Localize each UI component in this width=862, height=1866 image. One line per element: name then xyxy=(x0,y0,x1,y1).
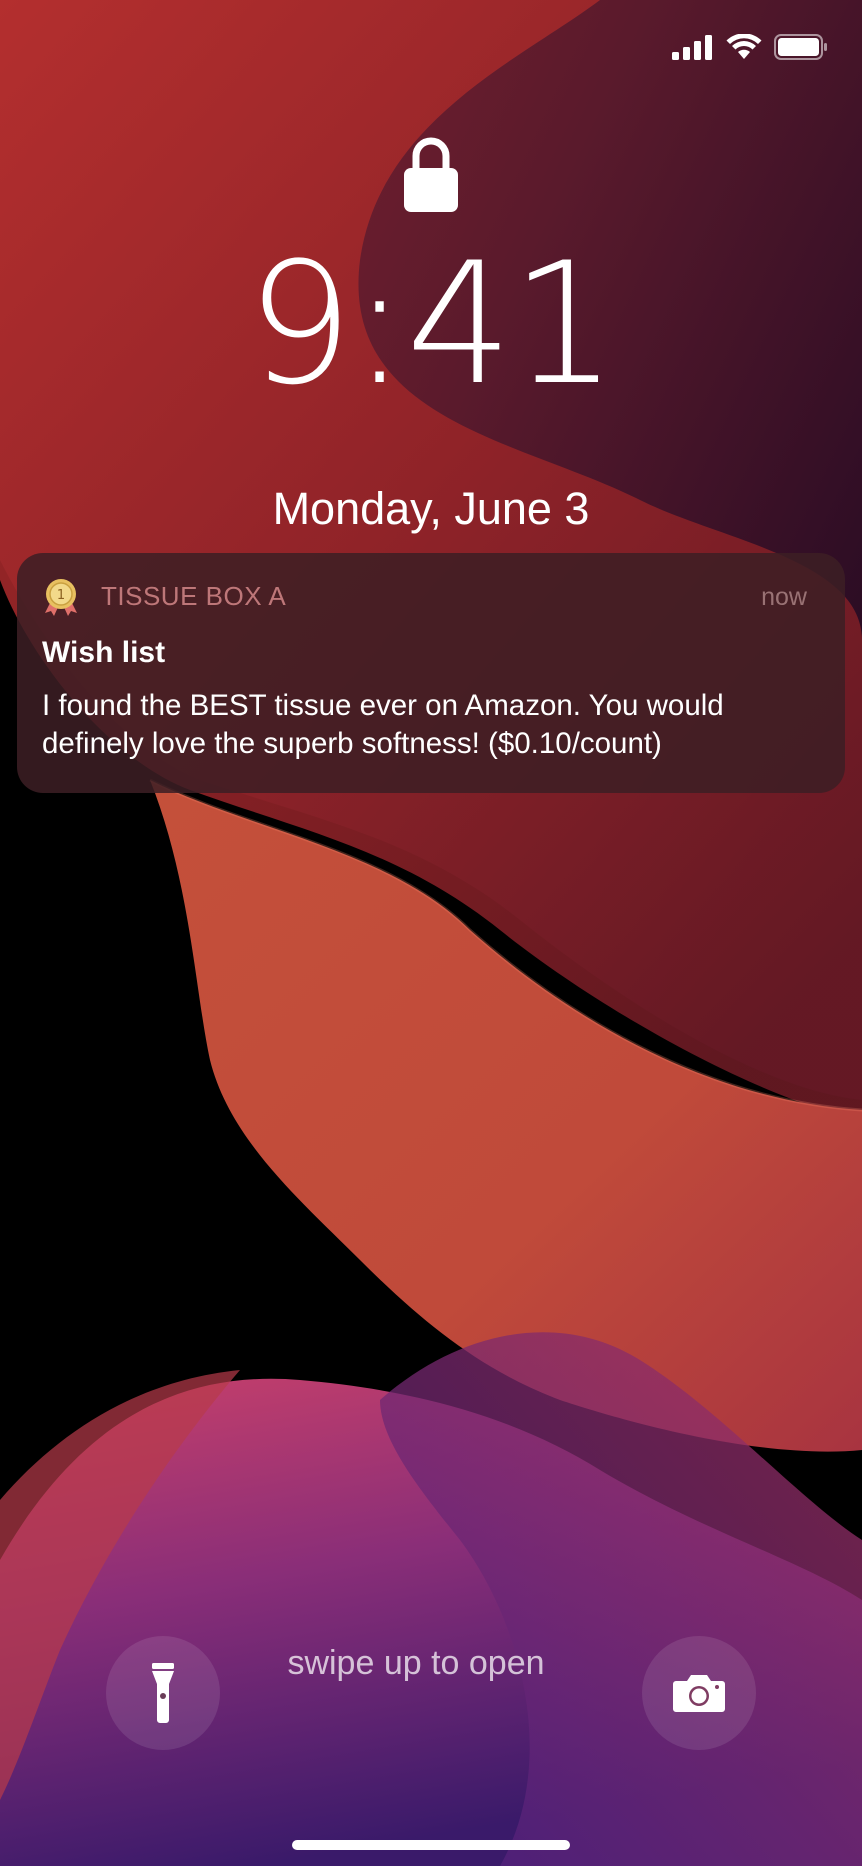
notification-title: Wish list xyxy=(42,636,166,669)
lock-screen: 9:41 Monday, June 3 1 TISSUE BOX A now W… xyxy=(0,0,862,1866)
home-indicator[interactable] xyxy=(292,1840,570,1850)
status-bar xyxy=(672,34,828,60)
notification-time: now xyxy=(761,583,807,611)
camera-button[interactable] xyxy=(642,1636,756,1750)
battery-icon xyxy=(774,34,827,60)
lock-icon xyxy=(404,137,458,212)
notification-app-name: TISSUE BOX A xyxy=(101,581,287,611)
camera-icon xyxy=(673,1675,725,1712)
wifi-icon xyxy=(726,34,762,59)
clock-time: 9:41 xyxy=(246,226,617,422)
notification-body: I found the BEST tissue ever on Amazon. … xyxy=(42,689,724,760)
clock-date: Monday, June 3 xyxy=(272,483,590,534)
notification-card[interactable]: 1 TISSUE BOX A now Wish list I found the… xyxy=(17,553,845,793)
cellular-signal-icon xyxy=(672,35,712,60)
award-medal-icon: 1 xyxy=(45,579,77,616)
svg-text:1: 1 xyxy=(57,588,65,603)
